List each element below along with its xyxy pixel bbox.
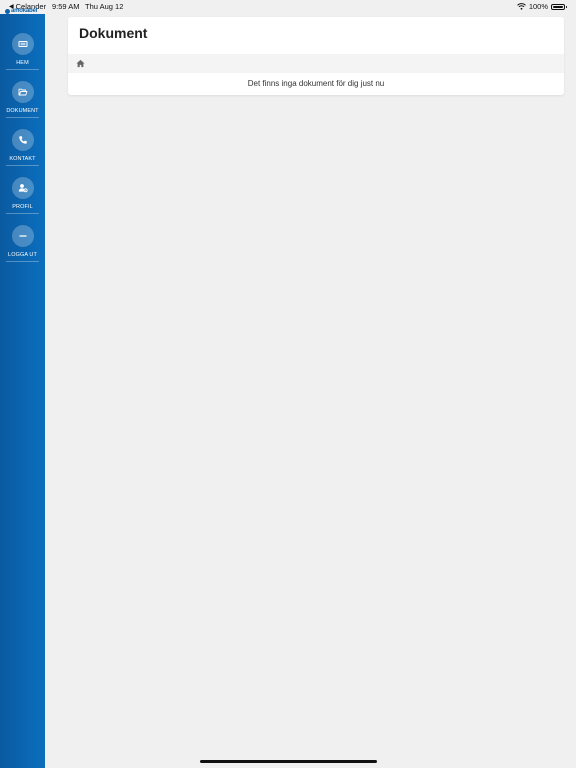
minus-icon: [18, 235, 27, 237]
battery-percent: 100%: [528, 2, 548, 11]
status-date: Thu Aug 12: [85, 2, 124, 11]
home-icon[interactable]: [76, 59, 85, 68]
sidebar-divider: [6, 213, 39, 214]
sidebar-divider: [6, 261, 39, 262]
list-card-icon: [18, 41, 27, 47]
sidebar-item-label: HEM: [16, 60, 29, 66]
sidebar: HEM DOKUMENT KONTAKT PROFIL LOGGA UT: [0, 14, 45, 768]
sidebar-divider: [6, 165, 39, 166]
sidebar-item-label: LOGGA UT: [8, 252, 37, 258]
status-right: 100%: [516, 2, 567, 11]
folder-open-icon: [18, 88, 27, 96]
empty-state-message: Det finns inga dokument för dig just nu: [247, 79, 385, 88]
wifi-icon: [516, 3, 526, 10]
sidebar-item-label: DOKUMENT: [6, 108, 39, 114]
logo-mark-icon: [5, 8, 10, 14]
status-bar: ◀ Celander 9:59 AM Thu Aug 12 100% amoka…: [0, 0, 576, 14]
page-title: Dokument: [79, 25, 148, 41]
phone-icon: [18, 136, 27, 144]
sidebar-item-kontakt[interactable]: KONTAKT: [0, 129, 45, 173]
app-logo: amokabel: [5, 8, 37, 14]
documents-card: Dokument Det finns inga dokument för dig…: [68, 17, 564, 95]
home-indicator[interactable]: [200, 760, 377, 763]
sidebar-item-hem[interactable]: HEM: [0, 33, 45, 77]
sidebar-divider: [6, 117, 39, 118]
breadcrumb: [68, 54, 564, 73]
sidebar-divider: [6, 69, 39, 70]
sidebar-item-profil[interactable]: PROFIL: [0, 177, 45, 221]
sidebar-item-label: PROFIL: [12, 204, 33, 210]
logo-text: amokabel: [11, 8, 38, 14]
status-time: 9:59 AM: [52, 2, 80, 11]
sidebar-item-dokument[interactable]: DOKUMENT: [0, 81, 45, 125]
sidebar-item-label: KONTAKT: [9, 156, 36, 162]
sidebar-item-logga-ut[interactable]: LOGGA UT: [0, 225, 45, 269]
user-settings-icon: [18, 184, 28, 193]
battery-icon: [551, 3, 567, 10]
